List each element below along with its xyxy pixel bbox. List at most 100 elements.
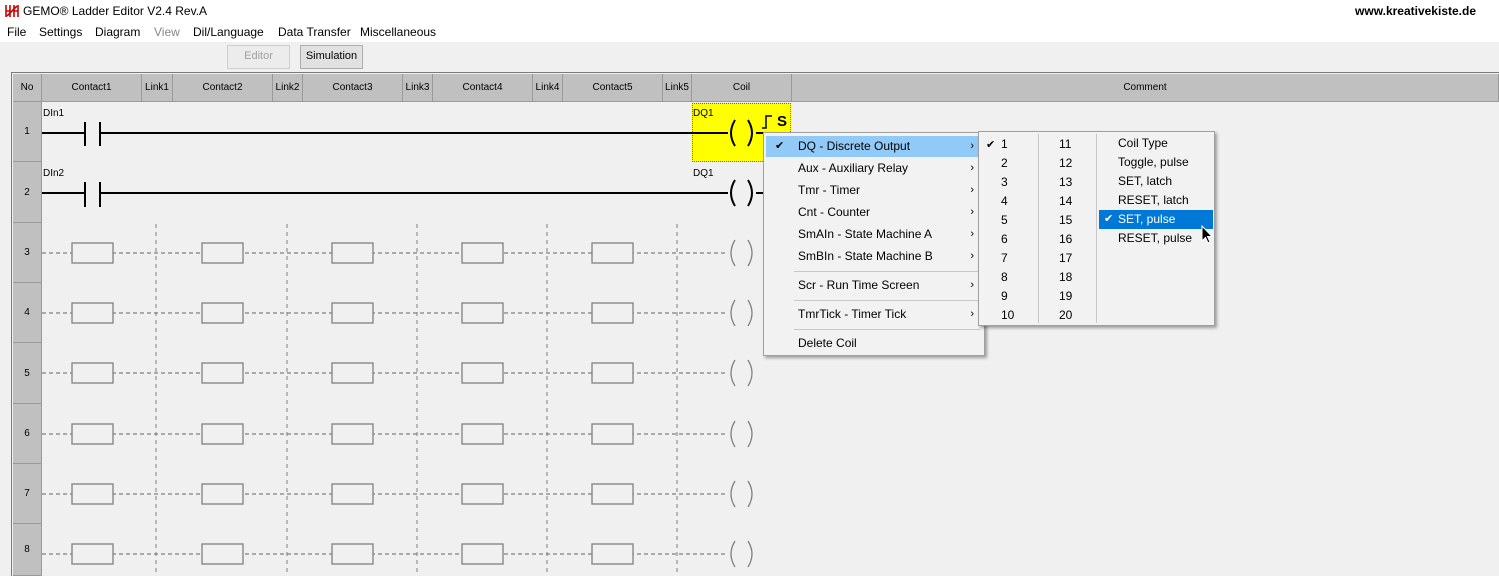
- column-header-contact3: Contact3: [303, 74, 403, 102]
- menu-item-tmr[interactable]: Tmr - Timer ›: [766, 180, 982, 201]
- column-header-link1: Link1: [142, 74, 173, 102]
- submenu-arrow-icon: ›: [970, 184, 974, 196]
- output-number-item[interactable]: 10: [1001, 306, 1014, 325]
- output-number-item[interactable]: 16: [1059, 230, 1072, 249]
- simulation-button[interactable]: Simulation: [300, 45, 363, 69]
- menu-item-label: Scr - Run Time Screen: [798, 278, 920, 292]
- row-number: 1: [13, 102, 42, 162]
- output-number-item[interactable]: 4: [1001, 192, 1008, 211]
- menu-item-smain[interactable]: SmAIn - State Machine A ›: [766, 224, 982, 245]
- output-number-item[interactable]: 2: [1001, 154, 1008, 173]
- coil-type-header: Coil Type: [1099, 134, 1213, 153]
- output-number-item[interactable]: 3: [1001, 173, 1008, 192]
- menu-item-cnt[interactable]: Cnt - Counter ›: [766, 202, 982, 223]
- coil-type-label: SET, pulse: [1118, 212, 1176, 226]
- output-number-item[interactable]: 17: [1059, 249, 1072, 268]
- output-submenu: ✔ 1 2 3 4 5 6 7 8 9 10 11 12 13 14 15 16 17 18 19 20 Coil …: [978, 131, 1215, 326]
- menu-item-tmrtick[interactable]: TmrTick - Timer Tick ›: [766, 304, 982, 325]
- menu-item-scr[interactable]: Scr - Run Time Screen ›: [766, 275, 982, 296]
- menu-item-label: Aux - Auxiliary Relay: [798, 161, 909, 175]
- menu-item-label: Tmr - Timer: [798, 183, 860, 197]
- coil-type-item[interactable]: Toggle, pulse: [1099, 153, 1213, 172]
- coil-label: DQ1: [693, 168, 714, 179]
- toolbar: Editor Simulation: [0, 42, 1499, 72]
- row-number: 7: [13, 464, 42, 524]
- coil-type-label: RESET, latch: [1118, 193, 1189, 207]
- submenu-arrow-icon: ›: [970, 228, 974, 240]
- menu-file[interactable]: File: [7, 25, 26, 39]
- submenu-arrow-icon: ›: [970, 279, 974, 291]
- menu-bar: File Settings Diagram View Dil/Language …: [0, 22, 1499, 42]
- menu-item-label: DQ - Discrete Output: [798, 139, 911, 153]
- column-header-comment: Comment: [792, 74, 1499, 102]
- submenu-arrow-icon: ›: [970, 308, 974, 320]
- output-number-item[interactable]: 13: [1059, 173, 1072, 192]
- menu-separator: [794, 271, 980, 272]
- menu-item-smbin[interactable]: SmBIn - State Machine B ›: [766, 246, 982, 267]
- output-number-item[interactable]: 14: [1059, 192, 1072, 211]
- editor-button[interactable]: Editor: [227, 45, 290, 69]
- column-header-link2: Link2: [273, 74, 303, 102]
- menu-item-delete-coil[interactable]: Delete Coil: [766, 333, 982, 354]
- menu-item-dq[interactable]: ✔ DQ - Discrete Output ›: [766, 136, 982, 157]
- column-header-contact1: Contact1: [42, 74, 142, 102]
- column-header-no: No: [13, 74, 42, 102]
- menu-diagram[interactable]: Diagram: [95, 25, 140, 39]
- output-number-item[interactable]: 11: [1059, 135, 1071, 154]
- menu-item-label: SmAIn - State Machine A: [798, 227, 933, 241]
- row-number: 8: [13, 524, 42, 576]
- check-icon: ✔: [775, 140, 785, 152]
- menu-column-separator: [1038, 134, 1039, 323]
- check-icon: ✔: [986, 139, 996, 151]
- output-number-item[interactable]: 19: [1059, 287, 1072, 306]
- menu-column-separator: [1096, 134, 1097, 323]
- submenu-arrow-icon: ›: [970, 140, 974, 152]
- mouse-cursor-icon: [1201, 225, 1214, 244]
- window-title: GEMO® Ladder Editor V2.4 Rev.A: [23, 4, 208, 18]
- output-number-item[interactable]: 5: [1001, 211, 1008, 230]
- menu-view[interactable]: View: [154, 25, 180, 39]
- output-number-item[interactable]: 6: [1001, 230, 1008, 249]
- column-header-contact4: Contact4: [433, 74, 533, 102]
- contact-label: DIn1: [43, 108, 65, 119]
- output-number-item[interactable]: 15: [1059, 211, 1072, 230]
- coil-label: DQ1: [693, 108, 714, 119]
- output-number-item[interactable]: 8: [1001, 268, 1008, 287]
- output-number-item[interactable]: 9: [1001, 287, 1008, 306]
- menu-data-transfer[interactable]: Data Transfer: [278, 25, 351, 39]
- coil-type-item[interactable]: SET, latch: [1099, 172, 1213, 191]
- coil-type-label: RESET, pulse: [1118, 231, 1193, 245]
- output-number-item[interactable]: 12: [1059, 154, 1072, 173]
- column-header-link3: Link3: [403, 74, 433, 102]
- coil-type-item[interactable]: ✔ SET, pulse: [1099, 210, 1213, 229]
- menu-settings[interactable]: Settings: [39, 25, 82, 39]
- row-number: 5: [13, 343, 42, 404]
- output-number-item[interactable]: 20: [1059, 306, 1072, 325]
- submenu-arrow-icon: ›: [970, 206, 974, 218]
- menu-item-aux[interactable]: Aux - Auxiliary Relay ›: [766, 158, 982, 179]
- submenu-arrow-icon: ›: [970, 162, 974, 174]
- submenu-arrow-icon: ›: [970, 250, 974, 262]
- column-header-contact2: Contact2: [173, 74, 273, 102]
- menu-item-label: SmBIn - State Machine B: [798, 249, 933, 263]
- column-header-coil: Coil: [692, 74, 792, 102]
- output-number-item[interactable]: 7: [1001, 249, 1008, 268]
- menu-dil-language[interactable]: Dil/Language: [193, 25, 264, 39]
- output-number-item[interactable]: 1: [1001, 135, 1008, 154]
- contact-label: DIn2: [43, 168, 65, 179]
- row-number: 4: [13, 283, 42, 343]
- menu-miscellaneous[interactable]: Miscellaneous: [360, 25, 436, 39]
- app-logo-icon: [5, 5, 19, 17]
- row-number: 2: [13, 162, 42, 223]
- output-number-item[interactable]: 18: [1059, 268, 1072, 287]
- row-number: 6: [13, 404, 42, 464]
- coil-type-label: SET, latch: [1118, 174, 1173, 188]
- coil-type-item[interactable]: RESET, latch: [1099, 191, 1213, 210]
- menu-item-label: TmrTick - Timer Tick: [798, 307, 907, 321]
- menu-item-label: Delete Coil: [798, 336, 857, 350]
- coil-mode-label: S: [777, 113, 788, 130]
- coil-type-item[interactable]: RESET, pulse: [1099, 229, 1213, 248]
- website-label: www.kreativekiste.de: [1355, 4, 1476, 18]
- title-bar: GEMO® Ladder Editor V2.4 Rev.A www.kreat…: [0, 0, 1499, 22]
- coil-type-label: Coil Type: [1118, 136, 1168, 150]
